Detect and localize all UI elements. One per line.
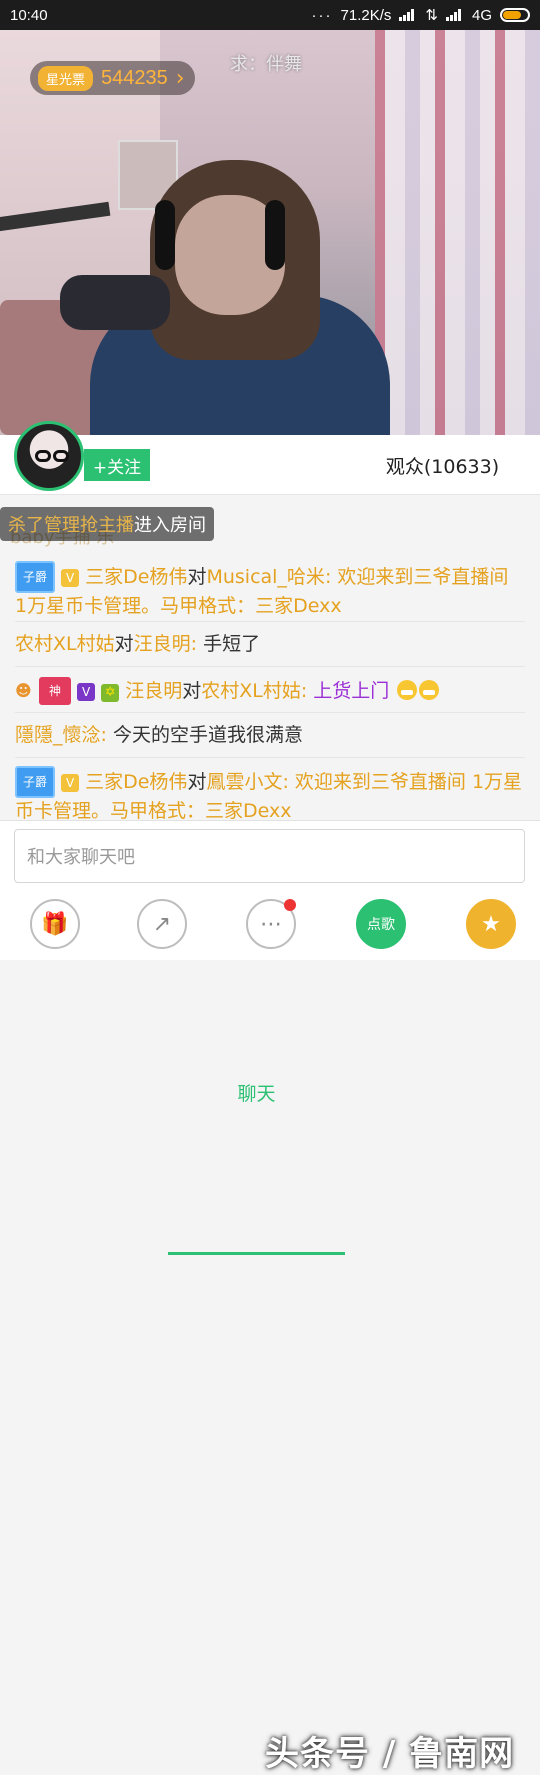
room-tabs: +关注 聊天 观众(10633): [0, 421, 540, 1255]
network-type: 4G: [471, 6, 492, 24]
message-user[interactable]: 三家De杨伟: [85, 771, 187, 793]
video-caption: 求：伴舞: [230, 54, 302, 75]
message-target[interactable]: 鳳雲小文: [206, 771, 282, 793]
message-user[interactable]: 隱隱_懷淰: [15, 724, 101, 746]
chat-message: 隱隱_懷淰: 今天的空手道我很满意: [15, 724, 303, 746]
message-target[interactable]: 农村XL村姑: [201, 680, 301, 702]
message-target[interactable]: Musical_哈米: [206, 566, 324, 588]
vip-badge: V: [61, 774, 80, 792]
vip-purple-badge: V: [77, 683, 96, 701]
gift-icon[interactable]: 🎁: [30, 899, 80, 949]
chevron-right-icon: ›: [175, 65, 185, 91]
song-request-button[interactable]: 点歌: [356, 899, 406, 949]
divider: [15, 757, 525, 758]
grin-emoji-icon: [419, 680, 440, 700]
hot-icon[interactable]: ★: [466, 899, 516, 949]
chat-list[interactable]: baby手捕 乐 杀了管理抢主播 进入房间 子爵 V 三家De杨伟对Musica…: [0, 495, 540, 820]
chat-input[interactable]: 和大家聊天吧: [14, 829, 525, 883]
star-votes-pill[interactable]: 星光票 544235 ›: [30, 61, 195, 95]
anchor-avatar[interactable]: [14, 421, 84, 491]
viscount-badge: 子爵: [15, 561, 56, 593]
chat-message: 子爵 V 三家De杨伟对鳳雲小文: 欢迎来到三爷直播间 1万星币卡管理。马甲格式…: [15, 766, 525, 820]
message-target[interactable]: 汪良明: [134, 633, 191, 655]
god-badge: 神: [39, 677, 72, 705]
glasses-right: [53, 450, 69, 462]
user-icon: ☻: [15, 681, 32, 700]
notice-text: 进入房间: [134, 515, 206, 536]
divider: [15, 666, 525, 667]
more-icon[interactable]: ⋯: [246, 899, 296, 949]
live-video[interactable]: 求：伴舞 星光票 544235 ›: [0, 30, 540, 435]
network-speed: 71.2K/s: [340, 6, 392, 24]
notification-dot: [284, 899, 296, 911]
chat-message: 农村XL村姑对汪良明: 手短了: [15, 633, 261, 655]
curtain: [375, 30, 540, 435]
signal-icon-2: [445, 9, 464, 21]
battery-icon: [500, 8, 530, 22]
divider: [15, 712, 525, 713]
message-user[interactable]: 汪良明: [125, 680, 182, 702]
headphone-left: [155, 200, 175, 270]
message-user[interactable]: 三家De杨伟: [85, 566, 187, 588]
follow-button[interactable]: +关注: [84, 449, 150, 481]
message-text: 今天的空手道我很满意: [112, 724, 303, 746]
message-text: 上货上门: [313, 680, 390, 702]
data-transfer-icon: ⇅: [425, 7, 438, 24]
watermark: 头条号 / 鲁南网: [265, 1734, 515, 1774]
headphone-right: [265, 200, 285, 270]
share-icon[interactable]: ↗: [137, 899, 187, 949]
tab-chat[interactable]: 聊天: [168, 930, 345, 1255]
status-bar: 10:40 ··· 71.2K/s ⇅ 4G: [0, 0, 540, 30]
viscount-badge: 子爵: [15, 766, 56, 798]
more-dots-icon: ···: [311, 6, 333, 24]
divider: [15, 621, 525, 622]
notice-user: 杀了管理抢主播: [8, 515, 134, 536]
status-time: 10:40: [10, 6, 48, 24]
star-badge: ✡: [101, 684, 120, 702]
grin-emoji-icon: [397, 680, 418, 700]
signal-icon: [399, 9, 417, 21]
chat-message: 子爵 V 三家De杨伟对Musical_哈米: 欢迎来到三爷直播间 1万星币卡管…: [15, 561, 525, 619]
message-text: 手短了: [203, 633, 261, 655]
star-votes-count: 544235: [101, 66, 168, 89]
microphone: [60, 275, 170, 330]
message-user[interactable]: 农村XL村姑: [15, 633, 115, 655]
vip-badge: V: [61, 569, 80, 587]
glasses-left: [35, 450, 51, 462]
tab-audience[interactable]: 观众(10633): [345, 435, 540, 495]
enter-room-notice: 杀了管理抢主播 进入房间: [0, 507, 214, 541]
bottom-bar: 和大家聊天吧 🎁 ↗ ⋯ 点歌 ★ 头条号 / 鲁南网: [0, 820, 540, 1774]
chat-message: ☻ 神 V ✡ 汪良明对农村XL村姑: 上货上门: [15, 677, 525, 705]
star-votes-label: 星光票: [38, 65, 94, 91]
